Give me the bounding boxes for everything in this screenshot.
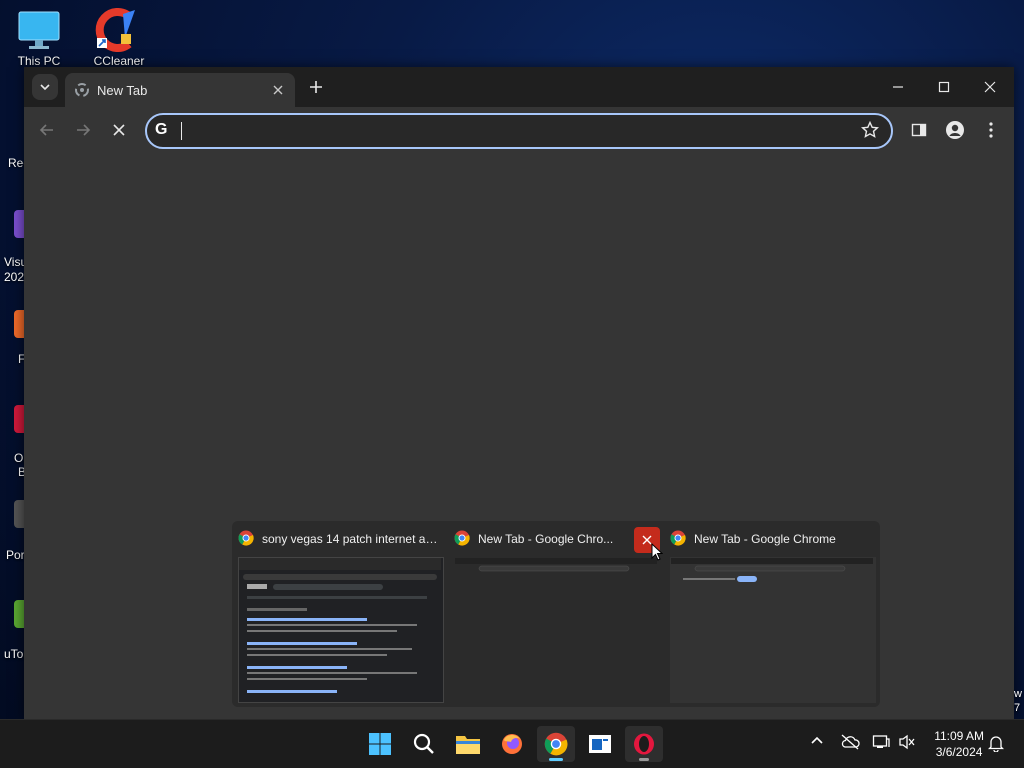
browser-toolbar: G bbox=[24, 107, 1014, 153]
preview-thumbnail-new-tab bbox=[670, 557, 876, 703]
preview-title: New Tab - Google Chro... bbox=[478, 532, 614, 546]
address-bar[interactable]: G bbox=[145, 113, 893, 149]
volume-button[interactable] bbox=[898, 734, 916, 755]
clock-date: 3/6/2024 bbox=[935, 745, 983, 759]
windows-logo-icon bbox=[369, 733, 391, 755]
minimize-icon bbox=[893, 86, 903, 88]
opera-icon bbox=[634, 733, 654, 755]
system-clock[interactable]: 11:09 AM 3/6/2024 bbox=[934, 728, 984, 760]
network-icon bbox=[872, 735, 890, 748]
bookmark-star-button[interactable] bbox=[860, 120, 880, 144]
plus-icon bbox=[310, 81, 322, 93]
onedrive-offline-button[interactable] bbox=[840, 734, 860, 755]
taskbar-opera[interactable] bbox=[625, 726, 663, 762]
taskbar-thumbnail-preview: sony vegas 14 patch internet ar... New T… bbox=[232, 521, 880, 707]
desktop-icon-ccleaner[interactable]: CCleaner bbox=[84, 8, 154, 68]
app-window-icon bbox=[589, 735, 611, 753]
close-icon bbox=[113, 124, 125, 136]
preview-title: New Tab - Google Chrome bbox=[694, 532, 836, 546]
text-caret bbox=[181, 122, 182, 140]
tab-close-button[interactable] bbox=[269, 81, 287, 99]
ccleaner-icon bbox=[95, 8, 143, 52]
preview-title: sony vegas 14 patch internet ar... bbox=[262, 532, 438, 546]
menu-button[interactable] bbox=[977, 116, 1005, 144]
minimize-button[interactable] bbox=[875, 67, 921, 107]
back-button[interactable] bbox=[33, 116, 61, 144]
preview-thumbnail-new-tab bbox=[454, 557, 660, 703]
maximize-button[interactable] bbox=[921, 67, 967, 107]
search-icon bbox=[413, 733, 434, 754]
kebab-menu-icon bbox=[989, 122, 993, 138]
chrome-icon bbox=[454, 530, 470, 549]
running-indicator bbox=[639, 758, 649, 761]
close-window-button[interactable] bbox=[967, 67, 1013, 107]
taskbar-file-explorer[interactable] bbox=[449, 726, 487, 762]
preview-thumbnail-google-results bbox=[238, 557, 444, 703]
loading-spinner-icon bbox=[74, 82, 90, 103]
preview-title-row: sony vegas 14 patch internet ar... bbox=[238, 529, 438, 549]
google-g-icon: G bbox=[155, 121, 168, 138]
preview-title-row: New Tab - Google Chrome bbox=[670, 529, 870, 549]
volume-muted-icon bbox=[899, 734, 915, 750]
notifications-button[interactable] bbox=[987, 734, 1005, 757]
chrome-icon bbox=[238, 530, 254, 549]
start-button[interactable] bbox=[361, 726, 399, 762]
desktop-edge-fragment: w bbox=[1014, 688, 1022, 700]
clock-time: 11:09 AM bbox=[934, 729, 984, 743]
new-tab-button[interactable] bbox=[305, 76, 327, 98]
chevron-down-icon bbox=[40, 84, 50, 91]
side-panel-button[interactable] bbox=[905, 116, 933, 144]
taskbar-firefox[interactable] bbox=[493, 726, 531, 762]
star-icon bbox=[860, 120, 880, 138]
taskbar: 11:09 AM 3/6/2024 bbox=[0, 719, 1024, 768]
desktop-label-partial: Por bbox=[6, 548, 25, 562]
profile-icon bbox=[946, 121, 964, 139]
arrow-right-icon bbox=[77, 124, 91, 136]
tab-search-button[interactable] bbox=[32, 74, 58, 100]
monitor-icon bbox=[17, 8, 61, 52]
taskbar-app[interactable] bbox=[581, 726, 619, 762]
taskbar-chrome[interactable] bbox=[537, 726, 575, 762]
close-icon bbox=[273, 85, 283, 95]
firefox-icon bbox=[502, 734, 522, 754]
chrome-icon bbox=[670, 530, 686, 549]
network-button[interactable] bbox=[872, 734, 890, 755]
tab-strip: New Tab bbox=[24, 67, 1014, 107]
desktop-icon-label: This PC bbox=[17, 54, 61, 68]
arrow-left-icon bbox=[39, 124, 53, 136]
folder-icon bbox=[456, 736, 480, 754]
preview-card-1[interactable]: sony vegas 14 patch internet ar... bbox=[232, 521, 448, 707]
tab-title: New Tab bbox=[97, 82, 148, 98]
chevron-up-icon bbox=[811, 736, 823, 744]
cloud-off-icon bbox=[841, 734, 860, 750]
side-panel-icon bbox=[911, 123, 927, 137]
stop-loading-button[interactable] bbox=[105, 116, 133, 144]
chrome-icon bbox=[544, 732, 568, 756]
taskbar-search-button[interactable] bbox=[405, 726, 443, 762]
preview-card-3[interactable]: New Tab - Google Chrome bbox=[664, 521, 880, 707]
desktop-icon-this-pc[interactable]: This PC bbox=[4, 8, 74, 68]
maximize-icon bbox=[938, 81, 950, 93]
preview-card-2[interactable]: New Tab - Google Chro... bbox=[448, 521, 664, 707]
forward-button[interactable] bbox=[69, 116, 97, 144]
tray-overflow-button[interactable] bbox=[810, 734, 824, 753]
mouse-cursor-icon bbox=[651, 543, 663, 561]
profile-button[interactable] bbox=[941, 116, 969, 144]
desktop-icon-label: CCleaner bbox=[93, 54, 145, 68]
running-indicator bbox=[549, 758, 563, 761]
close-icon bbox=[984, 81, 996, 93]
bell-icon bbox=[987, 736, 1005, 753]
preview-title-row: New Tab - Google Chro... bbox=[454, 529, 624, 549]
tab-new-tab[interactable]: New Tab bbox=[65, 73, 295, 107]
address-input[interactable] bbox=[181, 120, 825, 142]
desktop-edge-fragment: 7 bbox=[1014, 702, 1021, 714]
